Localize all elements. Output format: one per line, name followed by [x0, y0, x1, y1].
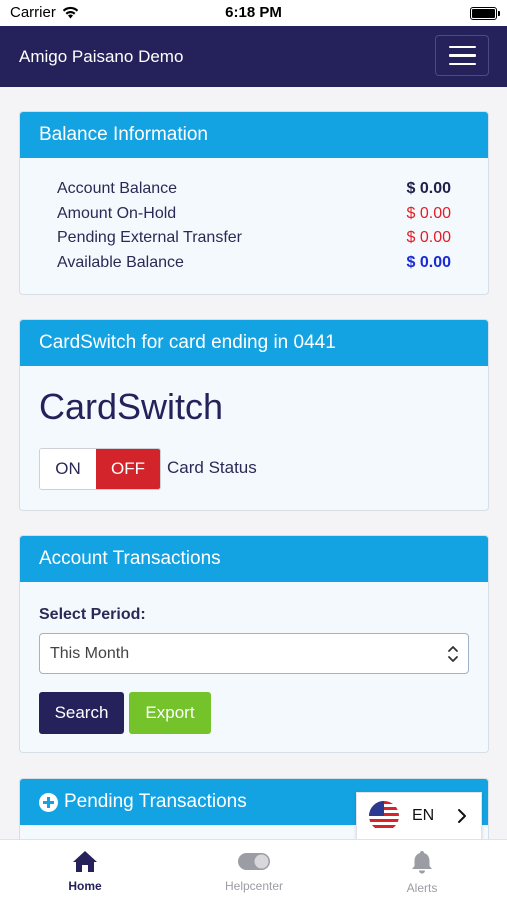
card-status-toggle[interactable]: ON OFF — [39, 448, 161, 490]
balance-row-available-balance: Available Balance $ 0.00 — [57, 254, 451, 279]
transactions-card-header: Account Transactions — [20, 536, 488, 582]
bottom-tab-bar: Home Helpcenter Alerts — [0, 839, 507, 900]
toggle-off-button[interactable]: OFF — [96, 449, 160, 489]
tab-home-label: Home — [68, 879, 102, 893]
toggle-on-button[interactable]: ON — [40, 449, 96, 489]
tab-home[interactable]: Home — [35, 849, 135, 893]
battery-icon — [470, 7, 500, 20]
select-period-label: Select Period: — [39, 606, 146, 623]
app-title: Amigo Paisano Demo — [19, 46, 184, 66]
balance-row-account-balance: Account Balance $ 0.00 — [57, 180, 451, 205]
navigation-bar: Amigo Paisano Demo — [0, 26, 507, 87]
balance-value: $ 0.00 — [406, 253, 451, 271]
cardswitch-card-header: CardSwitch for card ending in 0441 — [20, 320, 488, 366]
period-select[interactable]: This Month — [39, 633, 469, 674]
balance-card: Balance Information Account Balance $ 0.… — [19, 111, 489, 295]
hamburger-menu-button[interactable] — [435, 35, 489, 76]
balance-label: Available Balance — [57, 253, 184, 271]
chevron-right-icon — [458, 809, 466, 823]
transactions-card: Account Transactions Select Period: This… — [19, 535, 489, 753]
tab-helpcenter[interactable]: Helpcenter — [204, 849, 304, 893]
language-selector[interactable]: EN — [356, 792, 482, 839]
home-icon — [73, 851, 97, 872]
card-status-label: Card Status — [167, 458, 257, 477]
pending-transactions-title: Pending Transactions — [64, 791, 247, 812]
search-button[interactable]: Search — [39, 692, 124, 734]
status-bar: Carrier 6:18 PM — [0, 0, 507, 26]
balance-list: Account Balance $ 0.00 Amount On-Hold $ … — [20, 158, 488, 278]
cardswitch-card: CardSwitch for card ending in 0441 CardS… — [19, 319, 489, 511]
balance-value: $ 0.00 — [406, 204, 451, 222]
balance-card-header: Balance Information — [20, 112, 488, 158]
balance-label: Amount On-Hold — [57, 204, 177, 222]
language-code: EN — [412, 807, 435, 824]
balance-value: $ 0.00 — [406, 229, 451, 246]
plus-circle-icon[interactable] — [39, 792, 58, 812]
balance-label: Pending External Transfer — [57, 229, 242, 246]
hamburger-line-icon — [448, 54, 476, 57]
balance-value: $ 0.00 — [406, 180, 451, 197]
main-content[interactable]: Balance Information Account Balance $ 0.… — [0, 87, 507, 839]
clock: 6:18 PM — [225, 4, 282, 21]
cardswitch-title: CardSwitch — [39, 386, 224, 427]
bell-icon — [412, 851, 432, 874]
tab-helpcenter-label: Helpcenter — [224, 879, 284, 893]
toggle-icon — [238, 853, 270, 870]
chevron-up-down-icon — [448, 646, 458, 662]
export-button[interactable]: Export — [129, 692, 211, 734]
hamburger-line-icon — [448, 45, 476, 49]
balance-row-pending-external-transfer: Pending External Transfer $ 0.00 — [57, 229, 451, 254]
period-select-value: This Month — [50, 644, 130, 662]
tab-alerts[interactable]: Alerts — [372, 849, 472, 895]
balance-row-amount-on-hold: Amount On-Hold $ 0.00 — [57, 205, 451, 230]
tab-alerts-label: Alerts — [406, 881, 438, 895]
card-status-row: ON OFF Card Status — [20, 428, 488, 490]
balance-label: Account Balance — [57, 180, 178, 197]
us-flag-icon — [369, 801, 399, 831]
hamburger-line-icon — [448, 62, 476, 66]
